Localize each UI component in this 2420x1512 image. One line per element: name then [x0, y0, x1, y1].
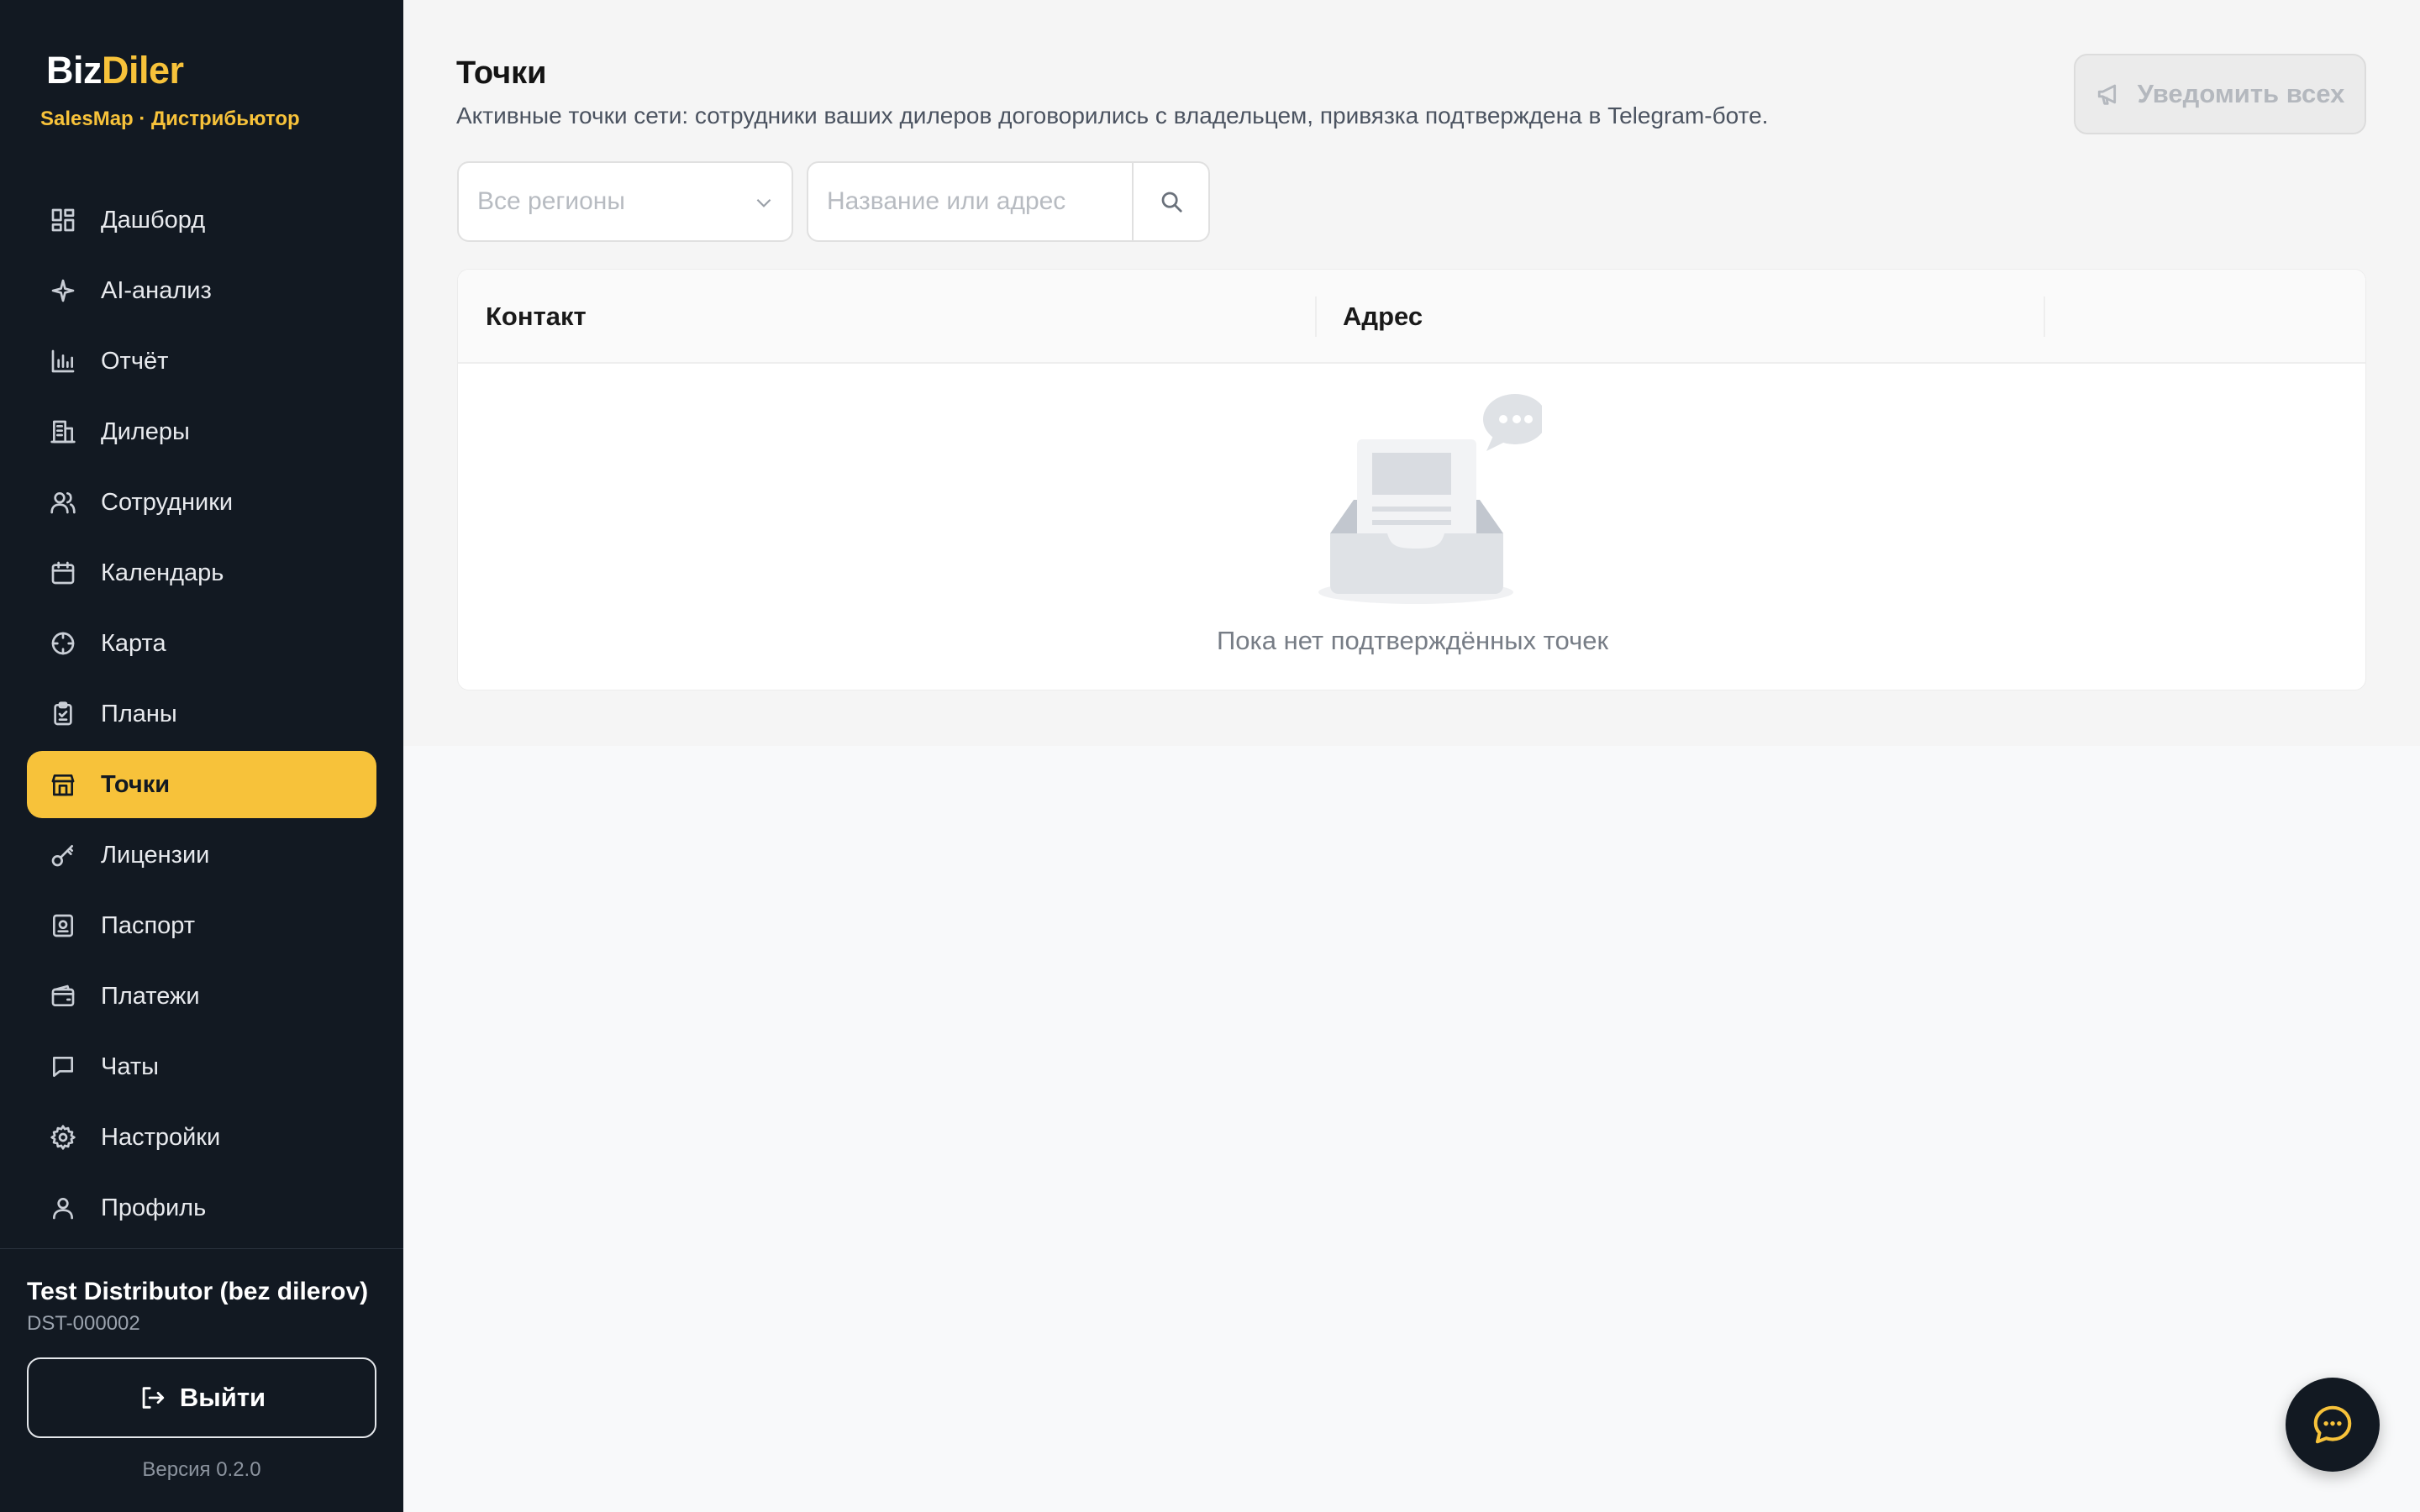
chevron-down-icon — [753, 192, 775, 213]
page-title: Точки — [456, 55, 547, 91]
sidebar-item-label: Настройки — [101, 1123, 221, 1151]
crosshair-icon — [49, 629, 77, 658]
sidebar-item-label: Календарь — [101, 559, 224, 586]
sidebar-item-ai-analysis[interactable]: AI-анализ — [27, 257, 376, 324]
logout-icon — [142, 1387, 165, 1409]
sidebar-item-calendar[interactable]: Календарь — [27, 539, 376, 606]
brand-name-part2: Diler — [102, 49, 184, 92]
bar-chart-icon — [49, 347, 77, 375]
app-version: Версия 0.2.0 — [142, 1458, 261, 1481]
search-input[interactable] — [808, 163, 1132, 240]
column-header-contact[interactable]: Контакт — [486, 270, 587, 364]
sidebar-item-label: Отчёт — [101, 347, 169, 375]
account-name: Test Distributor (bez dilerov) — [27, 1278, 369, 1305]
users-icon — [49, 488, 77, 517]
sidebar-item-label: Лицензии — [101, 841, 210, 869]
empty-inbox-illustration — [1318, 394, 1542, 604]
dashboard-icon — [49, 206, 77, 234]
sidebar-item-label: Дашборд — [101, 206, 206, 234]
column-separator — [1315, 297, 1317, 337]
search-button[interactable] — [1132, 163, 1208, 240]
sidebar-item-dealers[interactable]: Дилеры — [27, 398, 376, 465]
region-select-value: Все регионы — [477, 187, 625, 215]
chat-icon — [49, 1053, 77, 1081]
sidebar-item-profile[interactable]: Профиль — [27, 1174, 376, 1242]
sidebar-item-label: Карта — [101, 629, 166, 657]
clipboard-icon — [49, 700, 77, 728]
column-header-address[interactable]: Адрес — [1343, 270, 1423, 364]
notify-all-label: Уведомить всех — [2137, 79, 2345, 108]
sidebar-item-chats[interactable]: Чаты — [27, 1033, 376, 1100]
search-box — [807, 161, 1210, 242]
sidebar-item-label: Паспорт — [101, 911, 196, 939]
building-icon — [49, 417, 77, 446]
sidebar-nav: Дашборд AI-анализ Отчёт Дилеры Сотрудник… — [27, 186, 376, 1245]
points-table: Контакт Адрес Пока нет подтверждённых то… — [457, 269, 2366, 690]
table-header: Контакт Адрес — [458, 270, 2365, 364]
sidebar-item-employees[interactable]: Сотрудники — [27, 469, 376, 536]
sparkle-icon — [49, 276, 77, 305]
key-icon — [49, 841, 77, 869]
account-id: DST-000002 — [27, 1312, 140, 1335]
sidebar-item-map[interactable]: Карта — [27, 610, 376, 677]
sidebar-item-plans[interactable]: Планы — [27, 680, 376, 748]
page-description: Активные точки сети: сотрудники ваших ди… — [456, 102, 1769, 129]
user-icon — [49, 1194, 77, 1222]
chat-fab-button[interactable] — [2286, 1378, 2380, 1472]
notify-all-button[interactable]: Уведомить всех — [2074, 54, 2366, 134]
store-icon — [49, 770, 77, 799]
sidebar-item-label: Платежи — [101, 982, 200, 1010]
logout-button[interactable]: Выйти — [27, 1357, 376, 1438]
gear-icon — [49, 1123, 77, 1152]
passport-icon — [49, 911, 77, 940]
sidebar: BizDiler SalesMap · Дистрибьютор Дашборд… — [0, 0, 403, 1512]
brand-name-part1: Biz — [46, 49, 103, 92]
sidebar-item-label: Планы — [101, 700, 177, 727]
search-icon — [1161, 192, 1182, 213]
empty-state-text: Пока нет подтверждённых точек — [1216, 626, 1609, 655]
sidebar-item-label: Чаты — [101, 1053, 159, 1080]
region-select[interactable]: Все регионы — [457, 161, 793, 242]
sidebar-item-label: AI-анализ — [101, 276, 212, 304]
brand-logo[interactable]: BizDiler — [46, 49, 184, 92]
sidebar-item-settings[interactable]: Настройки — [27, 1104, 376, 1171]
wallet-icon — [49, 982, 77, 1011]
chat-bubble-icon — [2313, 1405, 2352, 1444]
sidebar-item-payments[interactable]: Платежи — [27, 963, 376, 1030]
sidebar-divider — [0, 1248, 403, 1249]
sidebar-item-label: Дилеры — [101, 417, 190, 445]
sidebar-item-points[interactable]: Точки — [27, 751, 376, 818]
column-separator — [2044, 297, 2045, 337]
sidebar-item-report[interactable]: Отчёт — [27, 328, 376, 395]
sidebar-item-label: Профиль — [101, 1194, 207, 1221]
megaphone-icon — [2097, 84, 2116, 105]
logout-label: Выйти — [179, 1383, 266, 1412]
sidebar-item-label: Сотрудники — [101, 488, 234, 516]
sidebar-item-licenses[interactable]: Лицензии — [27, 822, 376, 889]
calendar-icon — [49, 559, 77, 587]
sidebar-item-passport[interactable]: Паспорт — [27, 892, 376, 959]
brand-subtitle: SalesMap · Дистрибьютор — [40, 108, 300, 130]
sidebar-item-label: Точки — [101, 770, 171, 798]
sidebar-item-dashboard[interactable]: Дашборд — [27, 186, 376, 254]
